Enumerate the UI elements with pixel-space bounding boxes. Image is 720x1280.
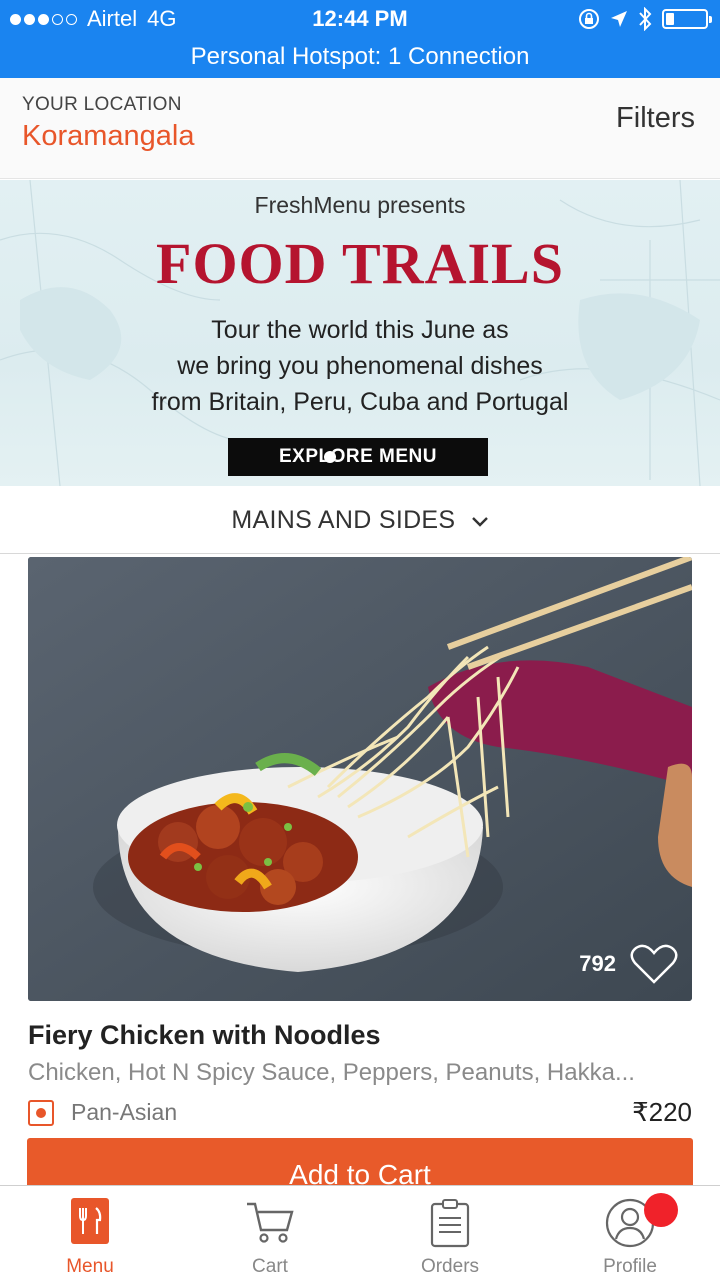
nav-label-menu: Menu [66,1256,114,1277]
explore-menu-button[interactable]: EXPLORE MENU [228,438,488,476]
non-veg-marker-icon [28,1100,54,1126]
status-right [578,7,712,31]
location-arrow-icon [611,11,627,27]
bluetooth-icon [639,7,652,31]
banner-presents-text: FreshMenu presents [254,192,466,218]
dish-cuisine: Pan-Asian [71,1099,178,1125]
battery-level [666,13,675,25]
notification-badge [644,1193,678,1227]
nav-item-orders[interactable]: Orders [360,1186,540,1280]
filters-button[interactable]: Filters [616,102,695,135]
banner-tagline: Tour the world this June as we bring you… [60,312,660,420]
battery-icon [662,9,712,29]
category-label: MAINS AND SIDES [231,506,456,534]
nav-label-cart: Cart [252,1256,288,1277]
nav-item-menu[interactable]: Menu [0,1186,180,1280]
banner-tagline-line: we bring you phenomenal dishes [177,352,543,380]
dish-name: Fiery Chicken with Noodles [28,1020,381,1050]
banner-title: FOOD TRAILS [156,231,564,296]
promo-banner[interactable]: FreshMenu presents FOOD TRAILS Tour the … [0,180,720,486]
cart-icon [247,1202,294,1243]
like-count: 792 [579,951,616,976]
hotspot-banner[interactable]: Personal Hotspot: 1 Connection [0,40,720,78]
app-screen: Airtel 4G 12:44 PM Personal Hotspot: 1 C… [0,0,720,1280]
nav-label-orders: Orders [420,1256,480,1277]
dish-price: ₹220 [632,1097,692,1127]
location-label: YOUR LOCATION [22,94,182,115]
chevron-down-icon [471,517,488,527]
nav-label-profile: Profile [603,1256,657,1277]
dish-photo[interactable]: 792 [28,557,692,1001]
clipboard-icon [430,1199,470,1248]
status-bar: Airtel 4G 12:44 PM [0,0,720,40]
dish-description: Chicken, Hot N Spicy Sauce, Peppers, Pea… [28,1059,635,1086]
orientation-lock-icon [579,9,599,29]
location-selector[interactable]: Koramangala [22,120,195,153]
heart-icon[interactable] [630,943,678,985]
nav-item-cart[interactable]: Cart [180,1186,360,1280]
category-selector[interactable]: MAINS AND SIDES [0,486,720,554]
dish-image [28,557,692,1001]
banner-tagline-line: from Britain, Peru, Cuba and Portugal [151,388,569,416]
nav-item-profile[interactable]: Profile [540,1186,720,1280]
location-header: YOUR LOCATION Koramangala Filters [0,78,720,179]
carousel-indicator-dot[interactable] [324,451,336,463]
menu-fork-knife-icon [71,1198,109,1244]
bottom-navigation: Menu Cart Orders Profile [0,1185,720,1280]
banner-tagline-line: Tour the world this June as [211,316,509,344]
